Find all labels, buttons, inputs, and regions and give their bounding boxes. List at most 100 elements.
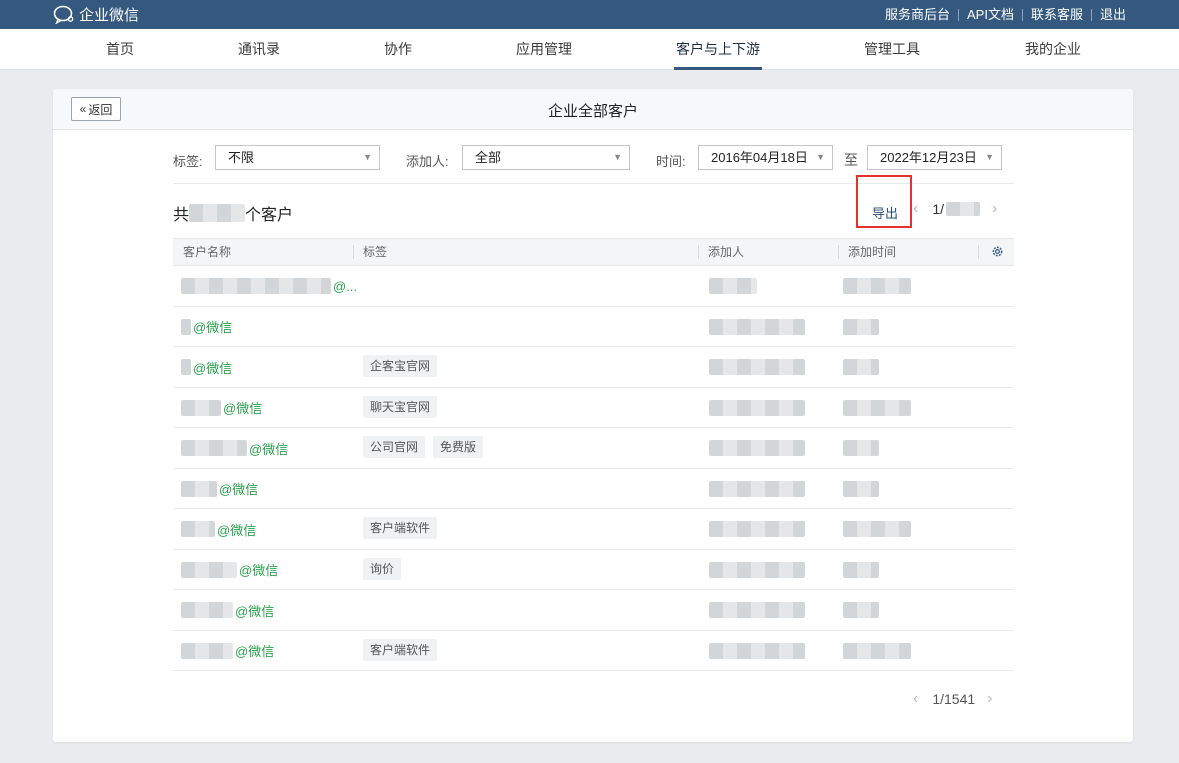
- customer-name-suffix: @...: [333, 278, 358, 294]
- customer-tags: 企客宝官网: [363, 355, 438, 377]
- customer-name[interactable]: @微信: [181, 642, 274, 660]
- customer-name[interactable]: @微信: [181, 520, 256, 538]
- customer-name[interactable]: @微信: [181, 318, 232, 336]
- blurred-adder: [709, 521, 805, 537]
- blurred-added-time: [843, 521, 911, 537]
- table-row[interactable]: @微信 客户端软件: [173, 631, 1014, 671]
- date-range-separator: 至: [844, 152, 858, 168]
- wechat-work-logo-icon: [53, 5, 75, 24]
- tag-badge: 客户端软件: [363, 638, 438, 661]
- prev-page-icon[interactable]: ‹: [913, 690, 918, 708]
- blurred-added-time: [843, 480, 879, 497]
- tag-badge: 询价: [363, 557, 402, 580]
- tag-filter-select[interactable]: 不限 ▼: [215, 145, 380, 170]
- main-nav: 首页 通讯录 协作 应用管理 客户与上下游 管理工具 我的企业: [0, 29, 1179, 70]
- blurred-customer-name: [181, 399, 221, 416]
- nav-management-tools[interactable]: 管理工具: [854, 29, 930, 70]
- blurred-total-pages: [946, 202, 981, 216]
- customer-name-suffix: @微信: [235, 603, 275, 619]
- customer-name[interactable]: @微信: [181, 480, 258, 498]
- nav-app-management[interactable]: 应用管理: [506, 29, 582, 70]
- col-adder: 添加人: [698, 239, 744, 265]
- export-button[interactable]: 导出: [872, 203, 898, 222]
- nav-contacts[interactable]: 通讯录: [228, 29, 290, 70]
- double-chevron-left-icon: «: [79, 102, 87, 116]
- blurred-added-time: [843, 561, 879, 578]
- blurred-adder: [709, 480, 805, 497]
- back-button[interactable]: « 返回: [71, 97, 121, 121]
- blurred-customer-name: [181, 561, 237, 578]
- table-row[interactable]: @...: [173, 266, 1014, 307]
- table-header: 客户名称 标签 添加人 添加时间: [173, 238, 1014, 266]
- blurred-added-time: [843, 318, 879, 335]
- column-settings-gear-icon[interactable]: [991, 245, 1004, 261]
- blurred-adder: [709, 642, 805, 659]
- blurred-adder: [709, 359, 805, 375]
- nav-home[interactable]: 首页: [96, 29, 144, 70]
- logo[interactable]: 企业微信: [53, 4, 139, 24]
- logout-link[interactable]: 退出: [1090, 8, 1134, 21]
- dropdown-arrow-icon: ▼: [613, 152, 622, 162]
- blurred-customer-name: [181, 480, 217, 497]
- customer-table: 客户名称 标签 添加人 添加时间 @... @微信 @微信 企客宝官网 @微信 聊天宝官网…: [173, 238, 1014, 671]
- customer-count-summary: 共 个客户: [173, 201, 293, 225]
- blurred-customer-name: [181, 602, 233, 618]
- start-date-value: 2016年04月18日: [711, 150, 808, 165]
- table-row[interactable]: @微信 企客宝官网: [173, 347, 1014, 388]
- blurred-customer-name: [181, 521, 215, 537]
- start-date-select[interactable]: 2016年04月18日 ▼: [698, 145, 833, 170]
- dropdown-arrow-icon: ▼: [363, 152, 372, 162]
- blurred-added-time: [843, 642, 911, 659]
- contact-support-link[interactable]: 联系客服: [1021, 8, 1091, 21]
- table-row[interactable]: @微信: [173, 307, 1014, 347]
- table-row[interactable]: @微信: [173, 590, 1014, 631]
- blurred-adder: [709, 440, 805, 456]
- customer-name[interactable]: @微信: [181, 561, 278, 579]
- col-customer-name: 客户名称: [183, 245, 232, 259]
- logo-text: 企业微信: [79, 6, 140, 24]
- adder-filter-label: 添加人:: [406, 154, 449, 169]
- customer-name[interactable]: @微信: [181, 601, 274, 619]
- nav-customers-upstream-downstream[interactable]: 客户与上下游: [674, 29, 762, 70]
- pager-bottom: ‹ 1/1541 ›: [913, 689, 992, 709]
- customer-name[interactable]: @微信: [181, 399, 262, 417]
- pager-bottom-label: 1/1541: [932, 691, 976, 707]
- blurred-added-time: [843, 602, 879, 618]
- api-docs-link[interactable]: API文档: [958, 8, 1022, 21]
- prev-page-icon[interactable]: ‹: [913, 200, 918, 218]
- nav-collaboration[interactable]: 协作: [374, 29, 422, 70]
- page-title: 企业全部客户: [547, 103, 638, 120]
- table-row[interactable]: @微信 聊天宝官网: [173, 388, 1014, 428]
- adder-filter-value: 全部: [475, 150, 502, 165]
- customer-name[interactable]: @...: [181, 277, 357, 295]
- end-date-value: 2022年12月23日: [880, 150, 977, 165]
- end-date-select[interactable]: 2022年12月23日 ▼: [867, 145, 1002, 170]
- next-page-icon[interactable]: ›: [987, 690, 992, 708]
- col-added-time: 添加时间: [838, 239, 896, 265]
- dropdown-arrow-icon: ▼: [816, 152, 825, 162]
- customer-name-suffix: @微信: [193, 320, 233, 335]
- tag-badge: 免费版: [433, 436, 484, 458]
- table-row[interactable]: @微信 公司官网 免费版: [173, 428, 1014, 469]
- blurred-adder: [709, 561, 805, 578]
- blurred-customer-name: [181, 318, 191, 335]
- provider-console-link[interactable]: 服务商后台: [877, 8, 958, 21]
- top-bar: 企业微信 服务商后台 API文档 联系客服 退出: [0, 0, 1179, 29]
- customer-tags: 客户端软件: [363, 638, 438, 661]
- customer-name[interactable]: @微信: [181, 439, 288, 457]
- customer-name[interactable]: @微信: [181, 358, 232, 376]
- nav-my-enterprise[interactable]: 我的企业: [1016, 29, 1090, 70]
- pager-top-label: 1/: [932, 201, 945, 217]
- tag-badge: 公司官网: [363, 436, 426, 458]
- blurred-adder: [709, 602, 805, 618]
- table-row[interactable]: @微信: [173, 469, 1014, 509]
- blurred-customer-name: [181, 440, 247, 456]
- table-row[interactable]: @微信 客户端软件: [173, 509, 1014, 550]
- adder-filter-select[interactable]: 全部 ▼: [462, 145, 630, 170]
- tag-filter-label: 标签:: [173, 154, 203, 169]
- next-page-icon[interactable]: ›: [992, 200, 997, 218]
- table-body: @... @微信 @微信 企客宝官网 @微信 聊天宝官网 @微信 公司官网 免费版 @微信 @微信客…: [173, 266, 1014, 671]
- table-row[interactable]: @微信 询价: [173, 550, 1014, 590]
- time-filter-label: 时间:: [656, 154, 686, 169]
- blurred-added-time: [843, 359, 879, 375]
